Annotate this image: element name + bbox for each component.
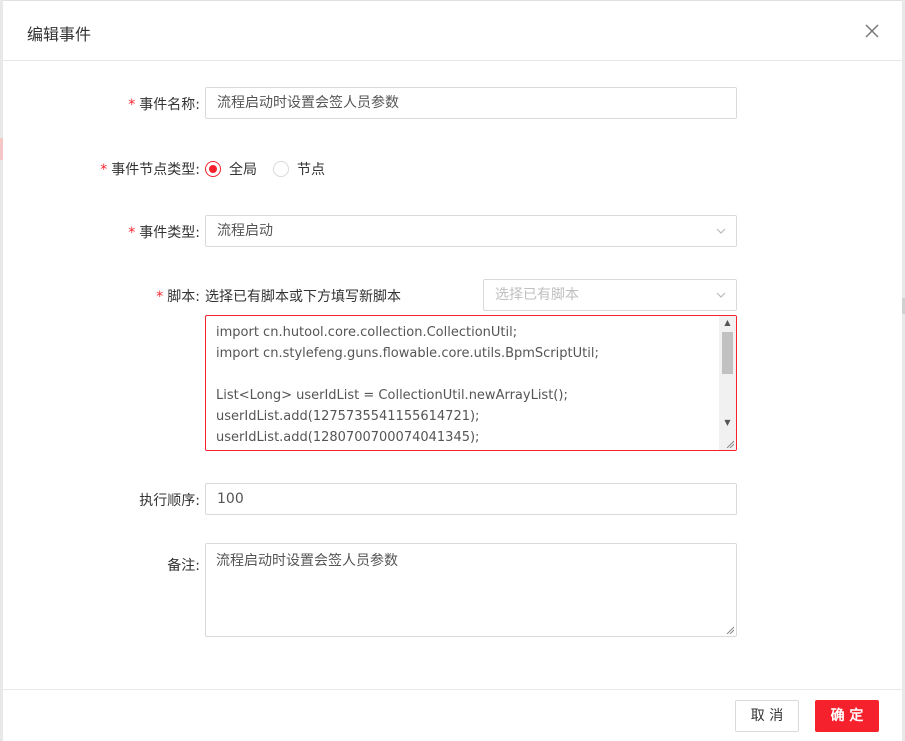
remark-label: 备注: [167,558,200,574]
order-row: 执行顺序: 100 [3,483,902,515]
scroll-thumb[interactable] [722,332,733,374]
script-scrollbar[interactable]: ▲ ▼ [719,316,736,450]
script-label-text: 脚本: [167,289,200,305]
event-type-select[interactable]: 流程启动 [205,215,737,247]
event-name-input[interactable]: 流程启动时设置会签人员参数 [205,87,737,119]
required-mark: * [100,162,108,178]
script-label: * 脚本: [156,286,200,306]
chevron-down-icon [716,228,726,234]
radio-global[interactable]: 全局 [205,159,257,179]
radio-unchecked-icon [273,161,289,177]
dialog-header: 编辑事件 [3,1,902,61]
resize-grip-icon[interactable] [726,626,734,634]
code-line: import cn.stylefeng.guns.flowable.core.u… [216,346,599,361]
existing-script-placeholder: 选择已有脚本 [495,287,579,303]
code-line: List<Long> userIdList = CollectionUtil.n… [216,388,568,403]
chevron-down-icon [716,292,726,298]
event-type-label-text: 事件类型: [139,225,200,241]
order-label: 执行顺序: [139,493,200,509]
script-code-textarea[interactable]: import cn.hutool.core.collection.Collect… [205,315,737,451]
code-line: userIdList.add(1275735541155614721); [216,409,480,424]
close-icon [865,24,879,38]
remark-row: 备注: 流程启动时设置会签人员参数 [3,543,902,637]
event-name-label: * 事件名称: [128,94,200,114]
event-name-row: * 事件名称: 流程启动时设置会签人员参数 [3,87,902,119]
remark-textarea[interactable]: 流程启动时设置会签人员参数 [205,543,737,637]
event-type-row: * 事件类型: 流程启动 [3,215,902,247]
code-line: userIdList.add(1280700700074041345); [216,430,480,445]
cancel-button[interactable]: 取 消 [735,700,799,732]
edit-event-dialog: 编辑事件 * 事件名称: 流程启动时设置会签人员参数 * 事件节点类型: 全局 节点 [3,0,902,741]
event-name-label-text: 事件名称: [139,97,200,113]
scroll-up-arrow-icon[interactable]: ▲ [719,316,736,330]
script-code-lines: import cn.hutool.core.collection.Collect… [216,322,716,448]
dialog-footer: 取 消 确 定 [3,689,902,741]
event-type-value: 流程启动 [217,223,273,239]
radio-node[interactable]: 节点 [273,159,325,179]
script-row: * 脚本: 选择已有脚本或下方填写新脚本 选择已有脚本 import cn.hut… [3,279,902,451]
node-type-label-text: 事件节点类型: [111,162,200,178]
required-mark: * [156,289,164,305]
scroll-down-arrow-icon[interactable]: ▼ [719,416,736,430]
node-type-label: * 事件节点类型: [100,159,200,179]
required-mark: * [128,225,136,241]
node-type-row: * 事件节点类型: 全局 节点 [3,158,902,180]
code-line: import cn.hutool.core.collection.Collect… [216,325,518,340]
resize-grip-icon[interactable] [726,440,734,448]
radio-global-label: 全局 [229,162,257,178]
confirm-button[interactable]: 确 定 [815,700,879,732]
script-hint: 选择已有脚本或下方填写新脚本 [205,289,401,305]
dialog-title: 编辑事件 [27,25,92,44]
node-type-radio-group: 全局 节点 [205,159,325,179]
required-mark: * [128,97,136,113]
event-type-label: * 事件类型: [128,222,200,242]
remark-value: 流程启动时设置会签人员参数 [216,553,398,569]
existing-script-select[interactable]: 选择已有脚本 [483,279,737,311]
close-button[interactable] [862,21,882,41]
radio-checked-icon [205,161,221,177]
radio-node-label: 节点 [297,162,325,178]
order-input[interactable]: 100 [205,483,737,515]
